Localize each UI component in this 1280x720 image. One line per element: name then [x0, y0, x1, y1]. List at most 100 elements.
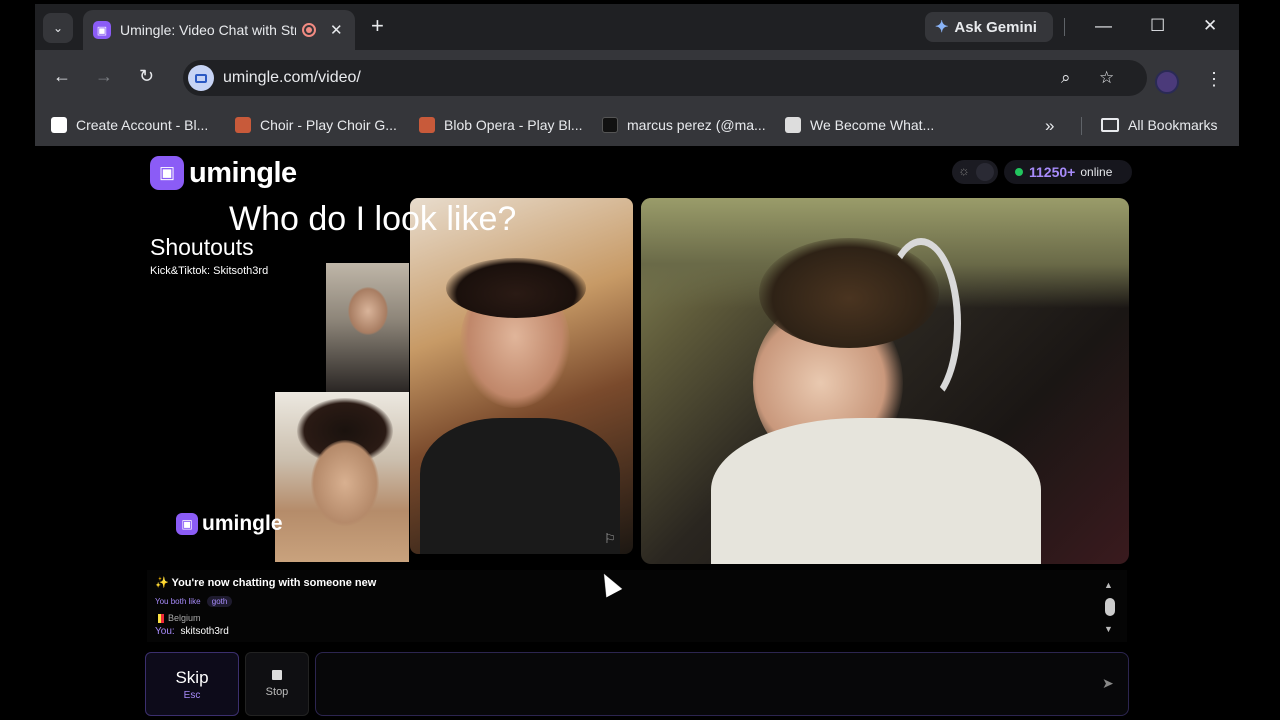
bookmark-label: Choir - Play Choir G...	[260, 117, 397, 133]
blob-icon	[419, 117, 435, 133]
bookmark-label: marcus perez (@ma...	[627, 117, 766, 133]
shirt-image	[711, 418, 1041, 564]
close-tab-icon[interactable]: ✕	[330, 21, 343, 39]
sender-label: You:	[155, 626, 175, 637]
bookmark-star-icon[interactable]: ☆	[1099, 68, 1114, 88]
overlay-title: Who do I look like?	[229, 200, 517, 238]
url-text[interactable]: umingle.com/video/	[223, 69, 361, 87]
divider	[1064, 18, 1065, 36]
bookmark-item[interactable]: We Become What...	[785, 117, 934, 133]
scroll-up-icon[interactable]: ▲	[1104, 580, 1113, 590]
reference-photo-2	[275, 392, 409, 562]
bookmark-label: Create Account - Bl...	[76, 117, 209, 133]
tab-umingle[interactable]: ▣ Umingle: Video Chat with Strangers ✕	[83, 10, 355, 50]
toggle-knob	[976, 163, 994, 181]
bookmark-label: Blob Opera - Play Bl...	[444, 117, 583, 133]
bl-icon	[51, 117, 67, 133]
tiktok-icon	[602, 117, 618, 133]
watermark-text: umingle	[202, 512, 283, 535]
chat-message: You: skitsoth3rd	[155, 626, 229, 637]
new-tab-button[interactable]: +	[371, 15, 384, 37]
reload-button[interactable]: ↻	[139, 66, 154, 87]
ask-gemini-label: Ask Gemini	[954, 18, 1037, 36]
report-flag-icon[interactable]: ⚐	[604, 531, 616, 547]
divider	[1081, 117, 1082, 135]
game-icon	[785, 117, 801, 133]
site-info-icon[interactable]	[188, 65, 214, 91]
both-like-label: You both like	[155, 597, 201, 606]
toolbar: ← → ↻ umingle.com/video/ ⌕ ☆ ⋮	[35, 50, 1239, 106]
bookmark-item[interactable]: marcus perez (@ma...	[602, 117, 766, 133]
bookmark-item[interactable]: Choir - Play Choir G...	[235, 117, 397, 133]
local-video: Who do I look like? Shoutouts Kick&Tikto…	[147, 198, 633, 564]
umingle-logo-icon: ▣	[176, 513, 198, 535]
reference-photo-1	[326, 263, 409, 392]
bookmark-item[interactable]: Create Account - Bl...	[51, 117, 208, 133]
profile-avatar[interactable]	[1155, 70, 1179, 94]
umingle-logo-icon: ▣	[150, 156, 184, 190]
online-counter: 11250+ online	[1004, 160, 1132, 184]
face-image	[348, 287, 388, 335]
more-bookmarks-icon[interactable]: »	[1045, 116, 1054, 136]
bookmarks-bar: Create Account - Bl... Choir - Play Choi…	[35, 106, 1239, 146]
folder-icon	[1101, 118, 1119, 132]
interest-tag: goth	[206, 596, 233, 607]
message-text: skitsoth3rd	[180, 626, 229, 637]
site-logo[interactable]: ▣ umingle	[150, 156, 297, 190]
stop-button[interactable]: Stop	[245, 652, 309, 716]
skip-label: Skip	[175, 667, 209, 687]
ask-gemini-button[interactable]: ✦ Ask Gemini	[925, 12, 1053, 42]
local-camera-feed	[410, 198, 633, 554]
stranger-video	[641, 198, 1129, 564]
country-info: Belgium	[155, 613, 201, 623]
headset-image	[881, 238, 961, 408]
all-bookmarks-button[interactable]: All Bookmarks	[1101, 117, 1217, 133]
more-menu-icon[interactable]: ⋮	[1205, 70, 1223, 88]
sun-icon: ☼	[958, 163, 970, 178]
all-bookmarks-label: All Bookmarks	[1128, 117, 1218, 133]
shoutouts-subtext: Kick&Tiktok: Skitsoth3rd	[150, 265, 269, 277]
face-image	[311, 440, 379, 526]
tab-search-button[interactable]: ⌄	[43, 13, 73, 43]
zoom-icon[interactable]: ⌕	[1061, 68, 1071, 88]
umingle-favicon-icon: ▣	[93, 21, 111, 39]
online-dot-icon	[1015, 168, 1023, 176]
stop-icon	[272, 670, 282, 680]
forward-button[interactable]: →	[95, 66, 113, 87]
scroll-thumb[interactable]	[1105, 598, 1115, 616]
chevron-down-icon: ⌄	[52, 21, 64, 35]
skip-button[interactable]: Skip Esc	[145, 652, 239, 716]
address-bar[interactable]: umingle.com/video/ ⌕ ☆	[183, 60, 1147, 96]
message-input[interactable]	[328, 673, 1068, 697]
country-label: Belgium	[168, 613, 201, 623]
shoutouts-heading: Shoutouts	[150, 234, 254, 260]
online-count: 11250+	[1029, 164, 1076, 180]
bookmark-item[interactable]: Blob Opera - Play Bl...	[419, 117, 583, 133]
tab-title: Umingle: Video Chat with Strangers	[120, 22, 296, 38]
message-box[interactable]: ➤	[315, 652, 1129, 716]
send-icon[interactable]: ➤	[1102, 675, 1114, 692]
tab-bar: ⌄ ▣ Umingle: Video Chat with Strangers ✕…	[35, 4, 1239, 50]
page-content: ▣ umingle ☼ 11250+ online Who do I look …	[35, 146, 1239, 720]
bookmark-label: We Become What...	[810, 117, 935, 133]
skip-shortcut-hint: Esc	[183, 689, 201, 701]
close-window-button[interactable]: ✕	[1203, 16, 1217, 36]
video-watermark: ▣ umingle	[176, 512, 283, 536]
back-button[interactable]: ←	[53, 66, 71, 87]
minimize-button[interactable]: —	[1095, 16, 1112, 36]
hair-image	[446, 258, 586, 318]
browser-window: ⌄ ▣ Umingle: Video Chat with Strangers ✕…	[35, 4, 1239, 720]
system-message: ✨ You're now chatting with someone new	[155, 577, 377, 589]
logo-text: umingle	[189, 156, 297, 189]
gemini-sparkle-icon: ✦	[935, 19, 949, 36]
chat-log: ✨ You're now chatting with someone new Y…	[147, 570, 1127, 642]
theme-toggle[interactable]: ☼	[952, 160, 998, 184]
shirt-image	[420, 418, 620, 554]
chat-scrollbar[interactable]: ▲ ▼	[1101, 578, 1119, 638]
maximize-button[interactable]: ☐	[1150, 16, 1165, 36]
scroll-down-icon[interactable]: ▼	[1104, 624, 1113, 634]
stop-label: Stop	[265, 686, 289, 698]
online-label: online	[1080, 165, 1113, 179]
recording-indicator-icon	[302, 23, 316, 37]
belgium-flag-icon	[155, 613, 164, 623]
